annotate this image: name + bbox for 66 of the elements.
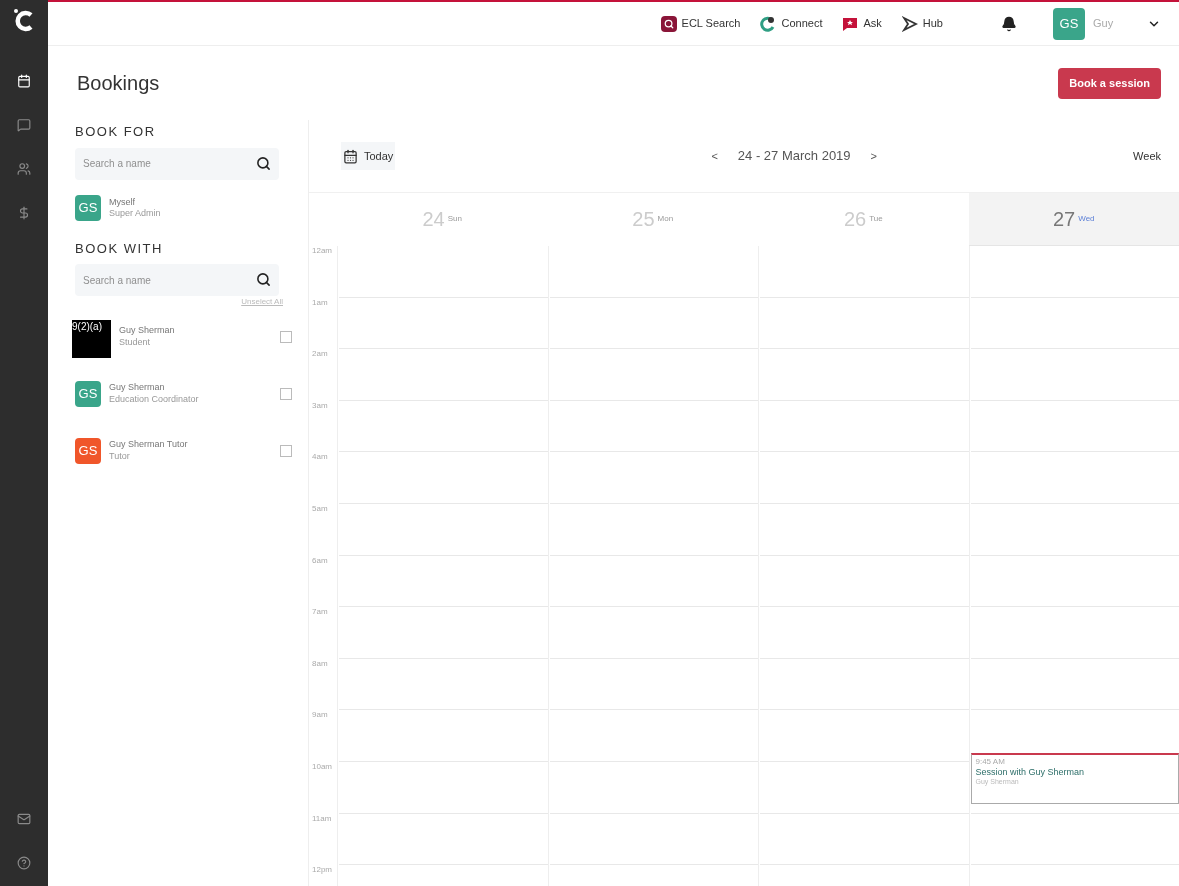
nav-link[interactable]: Connect <box>760 15 823 32</box>
day-number: 27 <box>1052 207 1076 232</box>
hour-label: 5am <box>312 502 329 515</box>
hub-icon <box>901 15 918 32</box>
message-icon[interactable] <box>17 118 31 132</box>
person-name: Guy Sherman <box>109 382 166 394</box>
hour-label: 6am <box>312 554 329 567</box>
hour-label: 1am <box>312 296 329 309</box>
person-name: Myself <box>109 196 136 208</box>
redaction-block: 9(2)(a) <box>72 319 111 358</box>
help-icon[interactable] <box>17 856 31 870</box>
event-time: 9:45 AM <box>975 757 1006 768</box>
person-role: Tutor <box>109 450 131 462</box>
search-field[interactable]: Search a name <box>75 147 279 180</box>
checkbox[interactable] <box>280 387 292 400</box>
search-field[interactable]: Search a name <box>75 264 279 296</box>
notification-icon[interactable] <box>1001 15 1017 32</box>
calendar-icon <box>343 148 358 164</box>
event-title: Session with Guy Sherman <box>975 767 1086 779</box>
flag-icon <box>842 15 859 32</box>
view-button[interactable]: Week <box>1133 147 1161 165</box>
page-title: Bookings <box>77 71 160 96</box>
nav-link[interactable]: Hub <box>901 15 943 32</box>
weekday-label: Mon <box>657 213 674 225</box>
hour-label: 12am <box>312 246 333 257</box>
book-session-button[interactable]: Book a session <box>1058 67 1161 99</box>
person-name: Guy Sherman Tutor <box>109 439 189 451</box>
hour-label: 10am <box>312 760 333 773</box>
search-icon <box>256 272 271 287</box>
weekday-label: Tue <box>869 213 883 225</box>
hour-label: 7am <box>312 606 329 619</box>
avatar: GS <box>75 437 101 464</box>
hour-label: 11am <box>312 812 333 825</box>
person-name: Guy Sherman <box>119 325 176 337</box>
mail-icon[interactable] <box>17 812 31 826</box>
avatar: GS <box>75 195 101 221</box>
person-role: Super Admin <box>109 208 162 220</box>
avatar: GS <box>75 380 101 407</box>
nav-link[interactable]: ECL Search <box>660 15 741 32</box>
search-icon <box>660 15 677 32</box>
connect-icon <box>760 15 777 32</box>
people-icon[interactable] <box>17 162 31 176</box>
hour-label: 8am <box>312 657 329 670</box>
section-heading: BOOK WITH <box>75 239 164 258</box>
nav-link[interactable]: Ask <box>842 15 882 32</box>
search-icon <box>256 155 271 171</box>
person-role: Student <box>119 336 152 348</box>
next-button[interactable]: > <box>870 147 877 165</box>
hour-label: 12pm <box>312 864 333 877</box>
person-role: Education Coordinator <box>109 393 200 405</box>
weekday-label: Wed <box>1078 213 1095 225</box>
weekday-label: Sun <box>447 213 462 225</box>
section-heading: BOOK FOR <box>75 123 157 141</box>
hour-label: 2am <box>312 348 329 361</box>
user-name: Guy <box>1093 16 1115 32</box>
dollar-icon[interactable] <box>17 206 31 220</box>
date-range: 24 - 27 March 2019 <box>737 147 851 166</box>
calendar-icon[interactable] <box>17 74 31 88</box>
today-button[interactable]: Today <box>341 142 396 170</box>
hour-label: 3am <box>312 399 329 412</box>
previous-button[interactable]: < <box>711 147 718 165</box>
checkbox[interactable] <box>280 330 292 343</box>
hour-label: 4am <box>312 451 329 464</box>
hour-label: 9am <box>312 709 329 722</box>
logo <box>13 8 35 32</box>
checkbox[interactable] <box>280 444 292 457</box>
